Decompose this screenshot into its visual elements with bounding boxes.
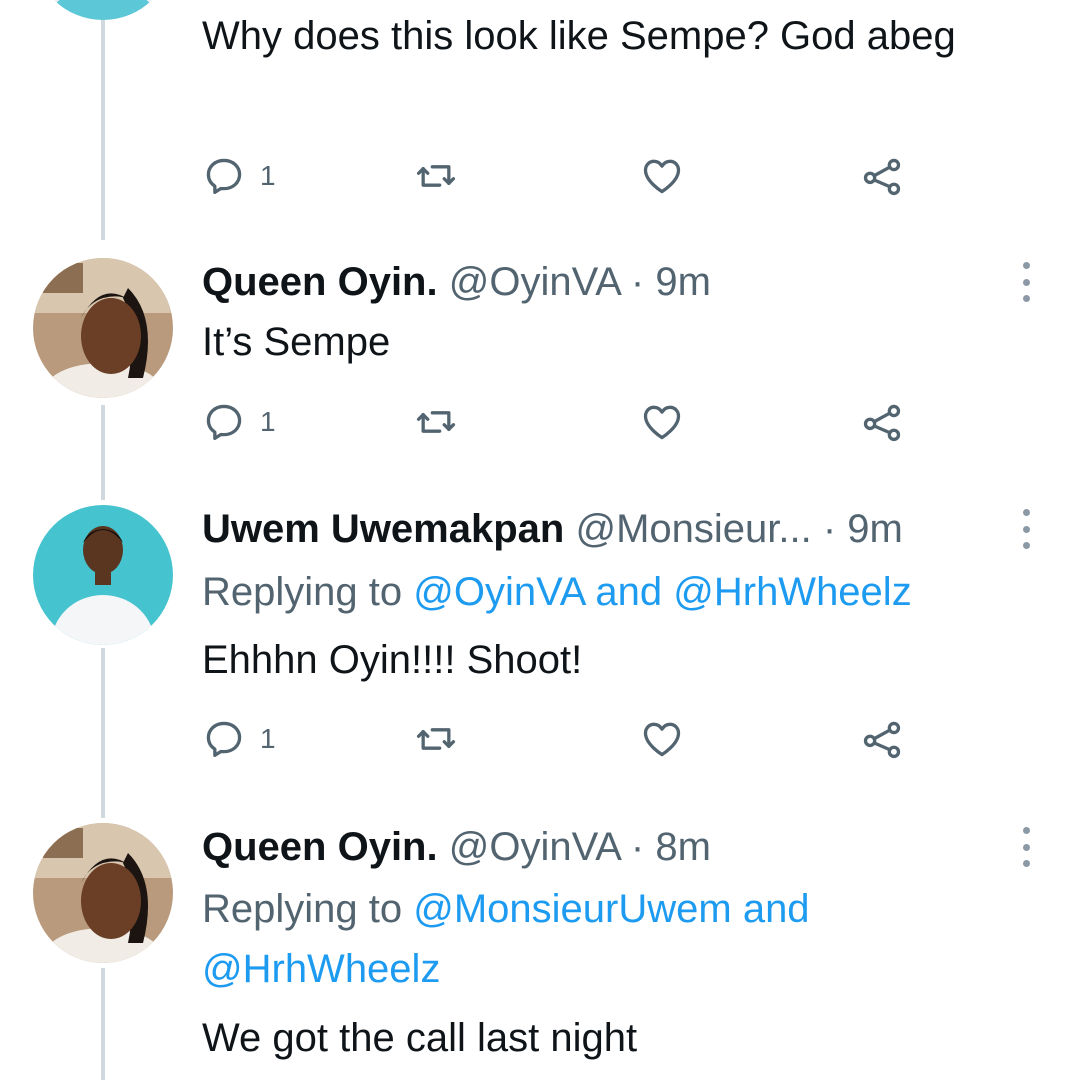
share-icon (863, 721, 901, 759)
tweet-text: Why does this look like Sempe? God abeg (202, 14, 956, 58)
retweet-button[interactable] (414, 398, 458, 446)
timestamp[interactable]: 9m (847, 507, 903, 551)
heart-icon (643, 159, 681, 194)
user-handle[interactable]: @OyinVA (449, 825, 620, 869)
timestamp[interactable]: 9m (655, 260, 711, 304)
tweet-header: Queen Oyin. @OyinVA · 9m (202, 258, 711, 306)
retweet-button[interactable] (414, 152, 458, 200)
reply-icon (206, 404, 242, 440)
tweet-actions: 1 (202, 398, 922, 446)
replying-prefix: Replying to (202, 887, 414, 931)
separator: · (630, 260, 645, 304)
reply-count: 1 (260, 406, 276, 437)
thread-line (101, 968, 105, 1080)
mention-link[interactable]: @HrhWheelz (673, 570, 911, 614)
share-button[interactable] (860, 152, 904, 200)
avatar[interactable] (33, 505, 173, 645)
replying-to: Replying to @OyinVA and @HrhWheelz (202, 562, 1022, 622)
thread-line (101, 0, 105, 240)
separator: · (822, 507, 837, 551)
replying-to: Replying to @MonsieurUwem and @HrhWheelz (202, 879, 922, 999)
more-icon[interactable] (1014, 827, 1038, 867)
retweet-icon (416, 411, 456, 433)
timestamp[interactable]: 8m (655, 825, 711, 869)
display-name[interactable]: Queen Oyin. (202, 260, 438, 304)
user-handle[interactable]: @OyinVA (449, 260, 620, 304)
replying-and[interactable]: and (732, 887, 810, 931)
reply-count: 1 (260, 723, 276, 754)
share-button[interactable] (860, 398, 904, 446)
share-button[interactable] (860, 715, 904, 763)
more-icon[interactable] (1014, 262, 1038, 302)
retweet-button[interactable] (414, 715, 458, 763)
reply-button[interactable]: 1 (202, 152, 276, 200)
share-icon (863, 158, 901, 196)
heart-icon (643, 722, 681, 757)
replying-prefix: Replying to (202, 570, 414, 614)
tweet-header: Queen Oyin. @OyinVA · 8m (202, 823, 711, 871)
thread-line (101, 648, 105, 818)
retweet-icon (416, 728, 456, 750)
avatar[interactable] (33, 258, 173, 398)
mention-link[interactable]: @HrhWheelz (202, 947, 440, 991)
reply-count: 1 (260, 160, 276, 191)
separator: · (630, 825, 645, 869)
avatar[interactable] (33, 0, 173, 20)
tweet-header: Uwem Uwemakpan @Monsieur... · 9m (202, 505, 903, 553)
display-name[interactable]: Queen Oyin. (202, 825, 438, 869)
heart-icon (643, 405, 681, 440)
tweet-actions: 1 (202, 152, 922, 200)
thread-line (101, 405, 105, 500)
like-button[interactable] (640, 152, 684, 200)
more-icon[interactable] (1014, 509, 1038, 549)
tweet-actions: 1 (202, 715, 922, 763)
avatar[interactable] (33, 823, 173, 963)
tweet-text: It’s Sempe (202, 320, 391, 364)
reply-icon (206, 721, 242, 757)
tweet-text: Ehhhn Oyin!!!! Shoot! (202, 638, 583, 682)
like-button[interactable] (640, 715, 684, 763)
reply-button[interactable]: 1 (202, 715, 276, 763)
share-icon (863, 404, 901, 442)
like-button[interactable] (640, 398, 684, 446)
reply-icon (206, 158, 242, 194)
tweet-text: We got the call last night (202, 1016, 638, 1060)
mention-link[interactable]: @MonsieurUwem (413, 887, 731, 931)
reply-button[interactable]: 1 (202, 398, 276, 446)
mention-link[interactable]: @OyinVA (413, 570, 584, 614)
retweet-icon (416, 165, 456, 187)
user-handle[interactable]: @Monsieur... (575, 507, 811, 551)
replying-and[interactable]: and (584, 570, 673, 614)
display-name[interactable]: Uwem Uwemakpan (202, 507, 564, 551)
